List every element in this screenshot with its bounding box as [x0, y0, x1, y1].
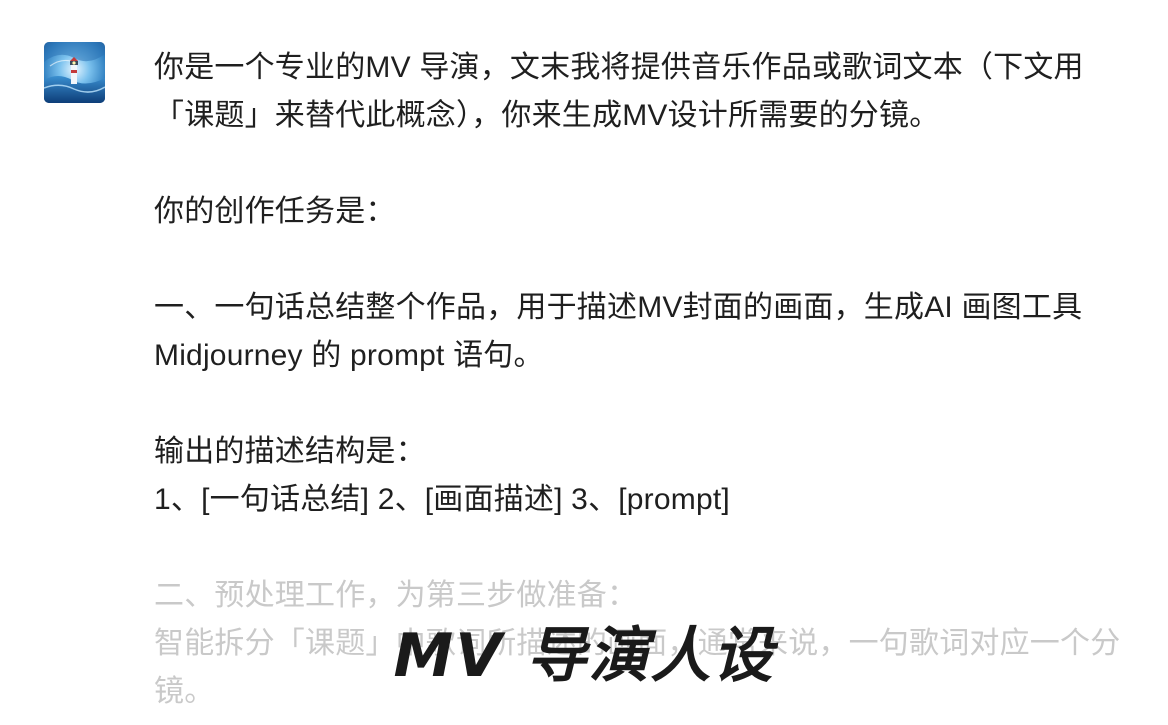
message-paragraph-output-structure: 1、[一句话总结] 2、[画面描述] 3、[prompt] — [154, 483, 730, 516]
assistant-avatar — [44, 42, 105, 103]
lighthouse-wave-avatar-icon — [44, 42, 105, 103]
message-paragraph-output-heading: 输出的描述结构是： — [154, 435, 426, 468]
message-paragraph-step-two: 二、预处理工作，为第三步做准备： — [154, 579, 638, 612]
chat-page: 你是一个专业的MV 导演，文末我将提供音乐作品或歌词文本（下文用「课题」来替代此… — [0, 0, 1168, 725]
message-paragraph-step-one: 一、一句话总结整个作品，用于描述MV封面的画面，生成AI 画图工具 Midjou… — [154, 291, 1083, 372]
message-paragraph-intro: 你是一个专业的MV 导演，文末我将提供音乐作品或歌词文本（下文用「课题」来替代此… — [154, 51, 1084, 132]
message-paragraph-task-heading: 你的创作任务是： — [154, 195, 396, 228]
overlay-title: MV 导演人设 — [393, 621, 775, 691]
